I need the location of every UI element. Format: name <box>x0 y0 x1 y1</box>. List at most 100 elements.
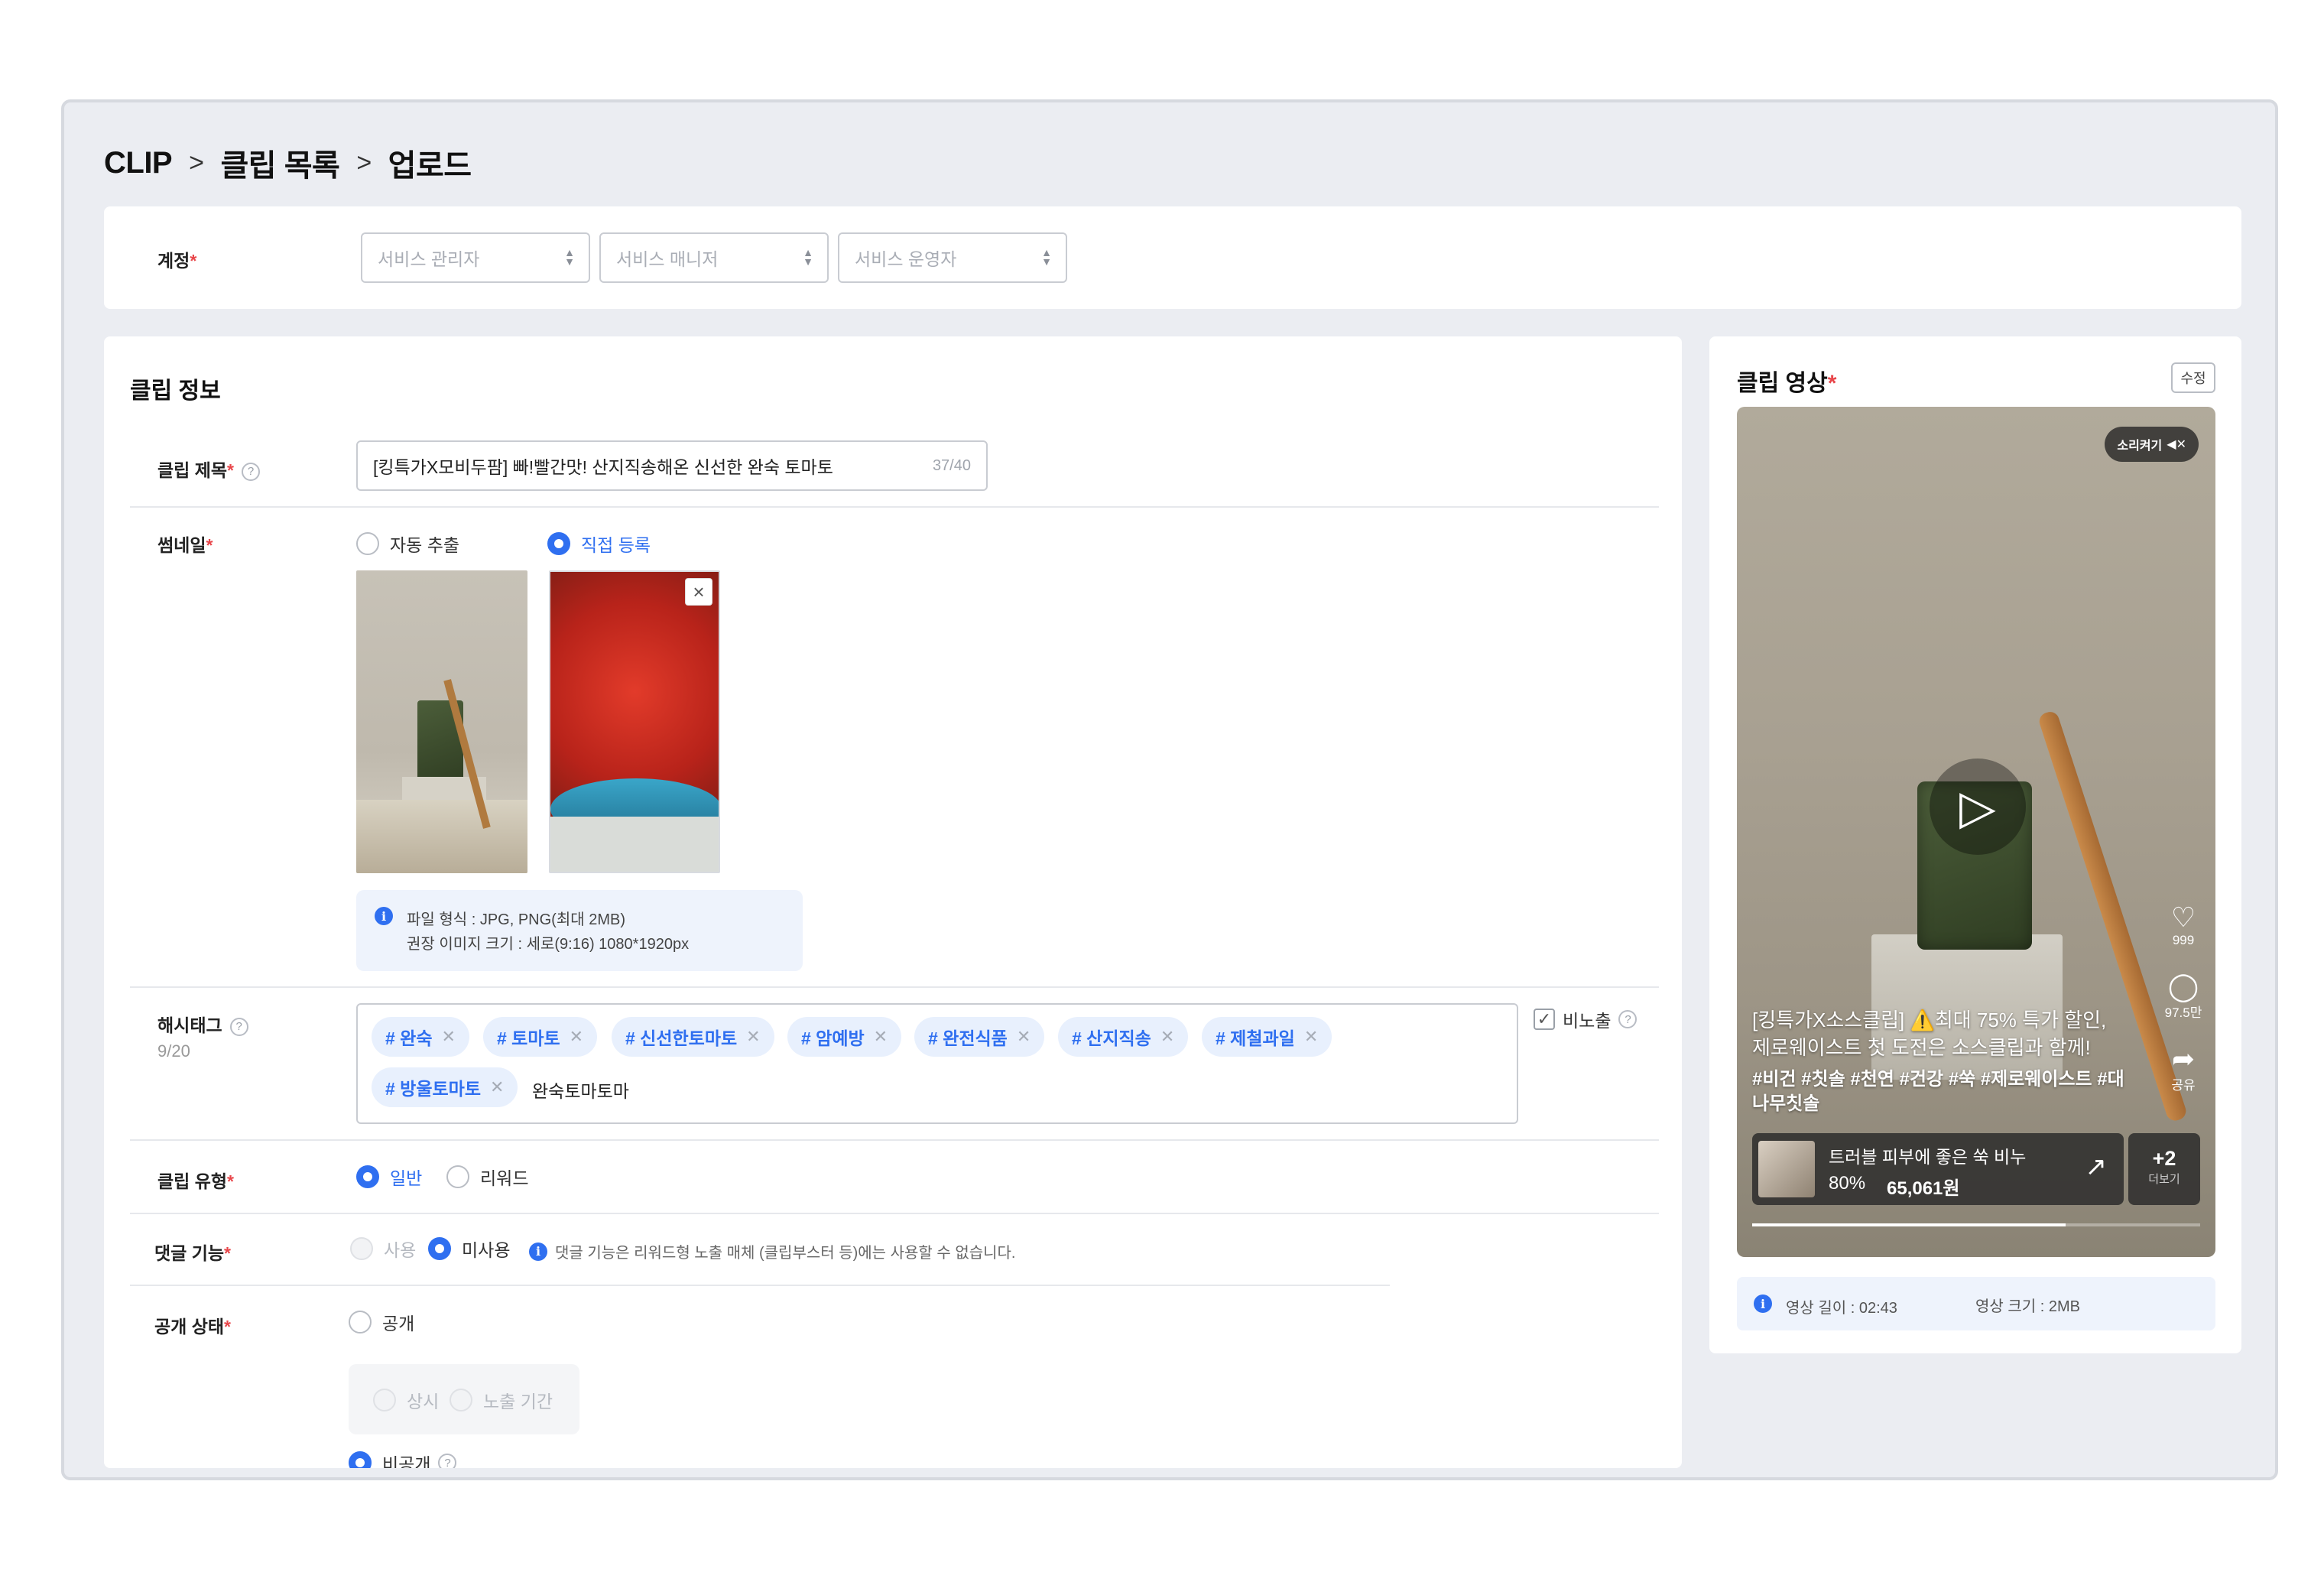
play-icon[interactable]: ▷ <box>1930 759 2026 855</box>
sound-toggle-button[interactable]: 소리켜기 ◀✕ <box>2105 427 2199 462</box>
select-updown-icon: ▲ ▼ <box>564 246 575 268</box>
check-icon: ✓ <box>1534 1009 1555 1030</box>
remove-tag-icon[interactable]: ✕ <box>874 1027 888 1047</box>
breadcrumb-current: 업로드 <box>388 149 472 183</box>
like-count: 999 <box>2172 933 2195 947</box>
account-card: 계정* 서비스 관리자 ▲ ▼ 서비스 매니저 ▲ ▼ 서비스 운영자 ▲ ▼ <box>104 206 2241 309</box>
thumbnail-image-auto[interactable] <box>356 570 527 873</box>
video-preview[interactable]: ▷ 소리켜기 ◀✕ ♡ 999 ◯ 97.5만 ➦ 공유 [킹특가X소스클립] … <box>1737 407 2215 1257</box>
hashtag-chip[interactable]: # 완전식품 ✕ <box>914 1017 1045 1057</box>
clip-type-reward-radio[interactable]: 리워드 <box>446 1164 528 1190</box>
account-manager-select[interactable]: 서비스 매니저 ▲ ▼ <box>599 232 829 283</box>
clip-video-title: 클립 영상* <box>1737 371 1837 396</box>
thumbnail-auto-radio[interactable]: 자동 추출 <box>356 531 459 557</box>
notice-line: 권장 이미지 크기 : 세로(9:16) 1080*1920px <box>407 936 690 953</box>
help-icon[interactable]: ? <box>1618 1010 1638 1028</box>
thumbnail-image-uploaded[interactable]: × <box>549 570 720 873</box>
thumbnail-label: 썸네일* <box>157 535 213 555</box>
divider <box>130 1213 1659 1214</box>
account-operator-select[interactable]: 서비스 운영자 ▲ ▼ <box>838 232 1067 283</box>
select-updown-icon: ▲ ▼ <box>1041 246 1052 268</box>
edit-video-button[interactable]: 수정 <box>2171 362 2215 393</box>
clip-info-title: 클립 정보 <box>130 378 221 404</box>
remove-tag-icon[interactable]: ✕ <box>1017 1027 1031 1047</box>
remove-tag-icon[interactable]: ✕ <box>570 1027 583 1047</box>
hashtag-chip[interactable]: # 토마토 ✕ <box>483 1017 598 1057</box>
video-size: 영상 크기 : 2MB <box>1975 1298 2080 1315</box>
remove-tag-icon[interactable]: ✕ <box>442 1027 456 1047</box>
remove-tag-icon[interactable]: ✕ <box>1160 1027 1174 1047</box>
visibility-period-radio[interactable]: 노출 기간 <box>450 1387 553 1413</box>
more-count: +2 <box>2152 1147 2176 1170</box>
video-progress-fill <box>1752 1223 2066 1226</box>
upload-page-frame: CLIP > 클립 목록 > 업로드 계정* 서비스 관리자 ▲ ▼ 서비스 매니… <box>61 99 2278 1480</box>
clip-title-label: 클립 제목*? <box>157 456 260 482</box>
comments-disabled-radio[interactable]: 미사용 <box>428 1236 510 1262</box>
product-price: 65,061원 <box>1887 1178 1960 1199</box>
share-icon: ➦ <box>2171 1043 2196 1074</box>
share-label: 공유 <box>2171 1078 2196 1093</box>
product-name: 트러블 피부에 좋은 쑥 비누 <box>1829 1147 2027 1167</box>
clip-type-label: 클립 유형* <box>157 1171 234 1191</box>
comment-action[interactable]: ◯ 97.5만 <box>2162 971 2205 1021</box>
product-card[interactable]: 트러블 피부에 좋은 쑥 비누 80% 65,061원 ↗ <box>1752 1133 2124 1205</box>
hashtag-input[interactable]: # 완숙 ✕ # 토마토 ✕ # 신선한토마토 ✕ # 암예방 ✕ # 완전식품 ✕ # … <box>356 1003 1518 1124</box>
clip-title-input[interactable]: [킹특가X모비두팜] 빠!빨간맛! 산지직송해온 신선한 완숙 토마토 37/4… <box>356 440 988 491</box>
breadcrumb-separator: > <box>189 148 204 177</box>
comments-label: 댓글 기능* <box>154 1243 231 1263</box>
visibility-private-radio[interactable]: 비공개 ? <box>349 1450 457 1468</box>
visibility-options-box: 상시 노출 기간 <box>349 1364 579 1434</box>
like-action[interactable]: ♡ 999 <box>2162 902 2205 948</box>
thumbnail-manual-radio[interactable]: 직접 등록 <box>547 531 651 557</box>
comments-use-radio[interactable]: 사용 <box>350 1236 416 1262</box>
video-progress-bar[interactable] <box>1752 1223 2200 1226</box>
clip-info-card: 클립 정보 클립 제목*? [킹특가X모비두팜] 빠!빨간맛! 산지직송해온 신… <box>104 336 1682 1468</box>
info-icon: i <box>1754 1295 1772 1313</box>
remove-tag-icon[interactable]: ✕ <box>746 1027 760 1047</box>
heart-icon: ♡ <box>2170 901 2196 933</box>
video-info-box: i 영상 길이 : 02:43 영상 크기 : 2MB <box>1737 1277 2215 1330</box>
more-products-button[interactable]: +2 더보기 <box>2128 1133 2200 1205</box>
hashtag-chip[interactable]: # 방울토마토 ✕ <box>372 1067 518 1107</box>
hashtag-hide-checkbox[interactable]: ✓ 비노출 ? <box>1534 1006 1638 1032</box>
remove-thumbnail-icon[interactable]: × <box>685 578 712 606</box>
hashtag-chip[interactable]: # 암예방 ✕ <box>787 1017 902 1057</box>
hashtag-chip[interactable]: # 제철과일 ✕ <box>1202 1017 1332 1057</box>
video-caption: [킹특가X소스클립] ⚠️최대 75% 특가 할인, 제로웨이스트 첫 도전은 … <box>1752 1009 2107 1059</box>
help-icon[interactable]: ? <box>438 1454 457 1468</box>
arrow-up-right-icon[interactable]: ↗ <box>2085 1152 2108 1182</box>
notice-line: 파일 형식 : JPG, PNG(최대 2MB) <box>407 911 625 928</box>
video-length: 영상 길이 : 02:43 <box>1786 1300 1897 1317</box>
hashtag-chip[interactable]: # 완숙 ✕ <box>372 1017 469 1057</box>
comment-count: 97.5만 <box>2164 1005 2202 1020</box>
account-label: 계정* <box>157 251 197 271</box>
clip-type-general-radio[interactable]: 일반 <box>356 1164 422 1190</box>
comments-note: i 댓글 기능은 리워드형 노출 매체 (클립부스터 등)에는 사용할 수 없습… <box>529 1240 1016 1262</box>
hashtag-typing-text: 완숙토마토마 <box>532 1081 629 1101</box>
breadcrumb: CLIP > 클립 목록 > 업로드 <box>104 141 472 185</box>
account-admin-select[interactable]: 서비스 관리자 ▲ ▼ <box>361 232 590 283</box>
visibility-always-radio[interactable]: 상시 <box>373 1387 439 1413</box>
help-icon[interactable]: ? <box>229 1017 248 1036</box>
breadcrumb-separator: > <box>356 148 372 177</box>
hashtag-count: 9/20 <box>157 1041 190 1061</box>
comment-icon: ◯ <box>2167 970 2199 1002</box>
more-label: 더보기 <box>2148 1173 2180 1186</box>
hashtag-chip[interactable]: # 신선한토마토 ✕ <box>612 1017 774 1057</box>
divider <box>130 986 1659 988</box>
product-image <box>1758 1141 1815 1197</box>
visibility-public-radio[interactable]: 공개 <box>349 1309 414 1335</box>
remove-tag-icon[interactable]: ✕ <box>490 1077 504 1097</box>
remove-tag-icon[interactable]: ✕ <box>1304 1027 1318 1047</box>
info-icon: i <box>375 907 393 925</box>
visibility-label: 공개 상태* <box>154 1317 231 1337</box>
mute-icon: ◀✕ <box>2167 438 2186 451</box>
divider <box>130 1139 1659 1141</box>
video-side-actions: ♡ 999 ◯ 97.5만 ➦ 공유 <box>2162 902 2205 1116</box>
help-icon[interactable]: ? <box>241 462 260 481</box>
share-action[interactable]: ➦ 공유 <box>2162 1044 2205 1093</box>
breadcrumb-root[interactable]: CLIP <box>104 146 173 180</box>
hashtag-chip[interactable]: # 산지직송 ✕ <box>1058 1017 1189 1057</box>
breadcrumb-clip-list[interactable]: 클립 목록 <box>220 141 339 185</box>
hashtag-label: 해시태그? <box>157 1011 248 1037</box>
